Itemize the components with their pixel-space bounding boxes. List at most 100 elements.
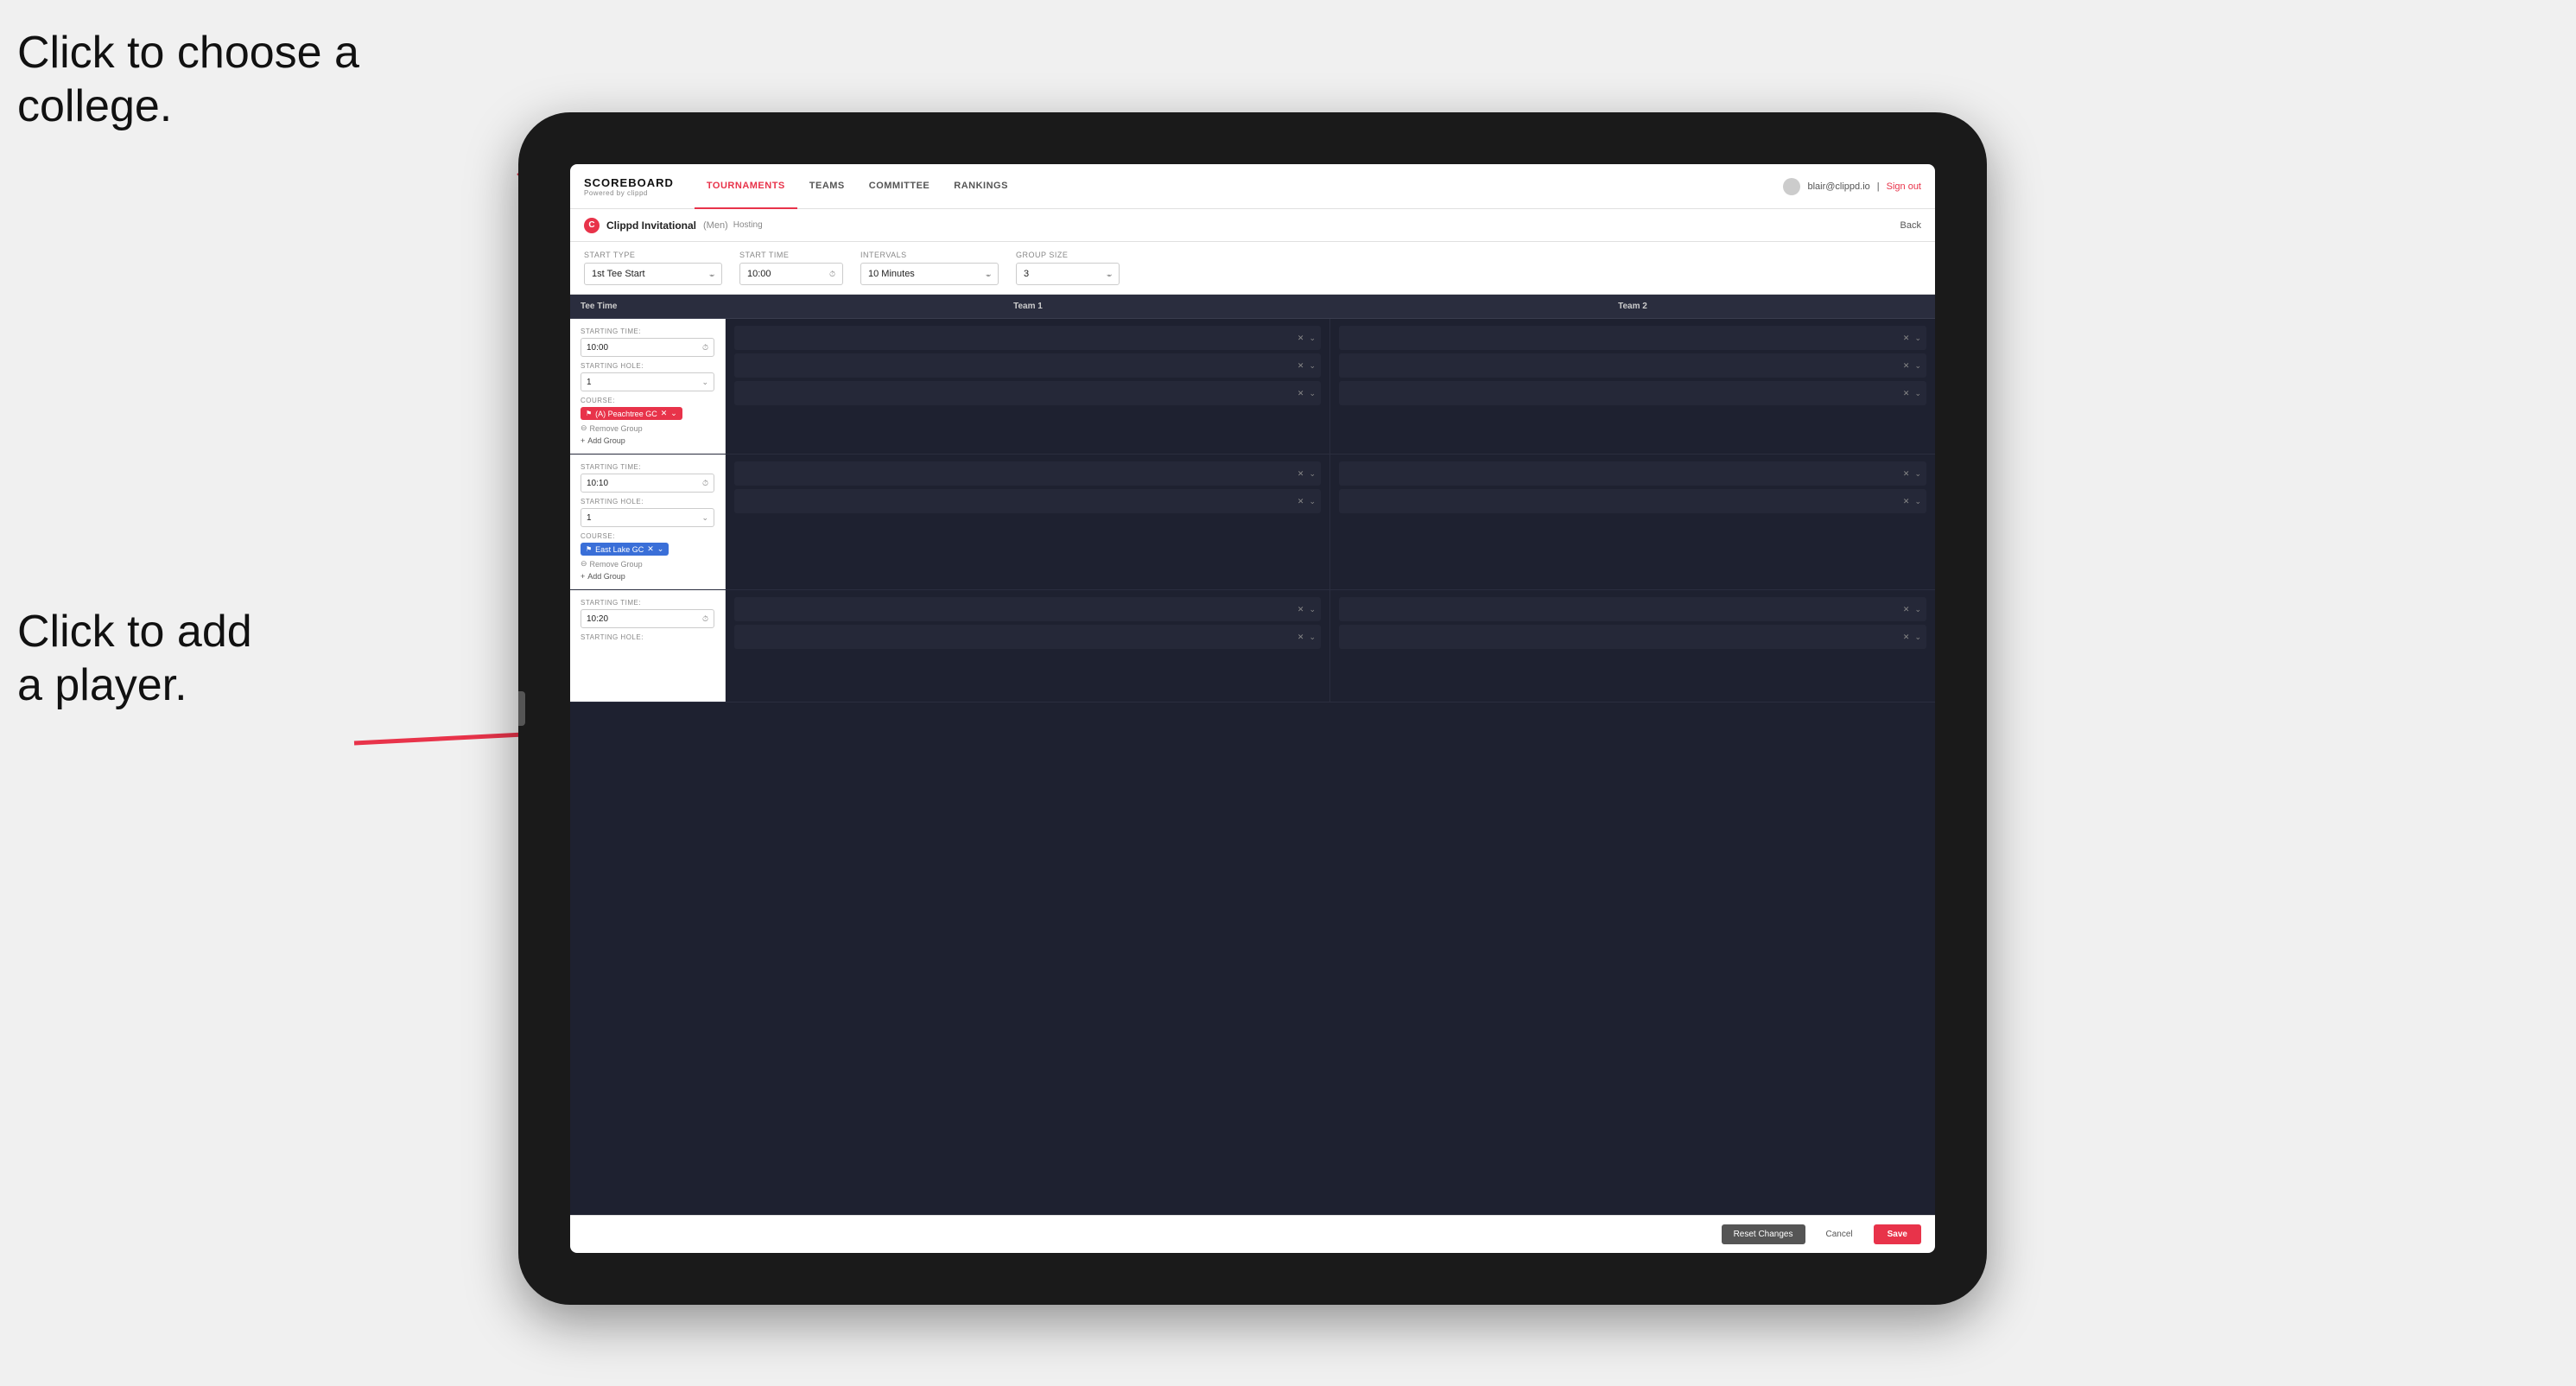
table-header: Tee Time Team 1 Team 2 (570, 295, 1935, 319)
player-slot[interactable]: ✕ ⌄ (1339, 625, 1926, 649)
slot-expand-btn[interactable]: ⌄ (1309, 633, 1316, 642)
slot-x-btn[interactable]: ✕ (1903, 389, 1910, 398)
course-badge-2[interactable]: ⚑ East Lake GC ✕ ⌄ (581, 543, 669, 556)
course-row-1: ⚑ (A) Peachtree GC ✕ ⌄ (581, 407, 714, 420)
player-slot[interactable]: ✕ ⌄ (1339, 461, 1926, 486)
player-slot[interactable]: ✕ ⌄ (734, 381, 1321, 405)
group-size-label: Group Size (1016, 251, 1120, 259)
slot-expand-btn[interactable]: ⌄ (1309, 605, 1316, 614)
slot-x-btn[interactable]: ✕ (1298, 389, 1304, 398)
slot-x-btn[interactable]: ✕ (1298, 633, 1304, 642)
course-badge-1[interactable]: ⚑ (A) Peachtree GC ✕ ⌄ (581, 407, 682, 420)
team1-cell-2: ✕ ⌄ ✕ ⌄ (726, 455, 1330, 589)
starting-time-input-2[interactable]: 10:10 ⏱ (581, 474, 714, 493)
slot-expand-btn[interactable]: ⌄ (1309, 361, 1316, 371)
player-slot[interactable]: ✕ ⌄ (734, 461, 1321, 486)
separator: | (1877, 181, 1880, 192)
slot-expand-btn[interactable]: ⌄ (1309, 389, 1316, 398)
player-slot[interactable]: ✕ ⌄ (734, 489, 1321, 513)
remove-group-2[interactable]: ⊖Remove Group (581, 559, 714, 569)
tournament-gender: (Men) (703, 220, 728, 231)
footer: Reset Changes Cancel Save (570, 1215, 1935, 1253)
add-group-1[interactable]: +Add Group (581, 436, 714, 445)
nav-committee[interactable]: COMMITTEE (857, 164, 942, 209)
nav-right: blair@clippd.io | Sign out (1783, 178, 1921, 195)
course-label-1: COURSE: (581, 397, 714, 404)
slot-expand-btn[interactable]: ⌄ (1914, 497, 1921, 506)
player-slot[interactable]: ✕ ⌄ (1339, 597, 1926, 621)
slot-x-btn[interactable]: ✕ (1903, 633, 1910, 642)
intervals-group: Intervals 10 Minutes ⌄ (860, 251, 999, 285)
start-type-select[interactable]: 1st Tee Start ⌄ (584, 263, 722, 285)
back-button[interactable]: Back (1900, 220, 1921, 231)
player-slot[interactable]: ✕ ⌄ (1339, 353, 1926, 378)
slot-expand-btn[interactable]: ⌄ (1914, 389, 1921, 398)
slot-expand-btn[interactable]: ⌄ (1914, 633, 1921, 642)
starting-hole-label-1: STARTING HOLE: (581, 362, 714, 370)
nav-items: TOURNAMENTS TEAMS COMMITTEE RANKINGS (695, 164, 1784, 209)
slot-x-btn[interactable]: ✕ (1903, 497, 1910, 506)
annotation-choose-college: Click to choose a college. (17, 26, 359, 134)
clippd-logo: C (584, 218, 600, 233)
cancel-button[interactable]: Cancel (1814, 1224, 1865, 1244)
slot-x-btn[interactable]: ✕ (1298, 497, 1304, 506)
team2-cell-2: ✕ ⌄ ✕ ⌄ (1330, 455, 1935, 589)
starting-hole-input-1[interactable]: 1 ⌄ (581, 372, 714, 391)
slot-x-btn[interactable]: ✕ (1903, 605, 1910, 614)
tablet-side-button (518, 691, 525, 726)
player-slot[interactable]: ✕ ⌄ (734, 597, 1321, 621)
start-type-label: Start Type (584, 251, 722, 259)
slot-expand-btn[interactable]: ⌄ (1309, 469, 1316, 479)
player-slot[interactable]: ✕ ⌄ (1339, 326, 1926, 350)
player-slot[interactable]: ✕ ⌄ (734, 353, 1321, 378)
slot-expand-btn[interactable]: ⌄ (1914, 469, 1921, 479)
add-group-2[interactable]: +Add Group (581, 572, 714, 581)
brand-sub: Powered by clippd (584, 189, 674, 197)
nav-tournaments[interactable]: TOURNAMENTS (695, 164, 797, 209)
player-slot[interactable]: ✕ ⌄ (1339, 381, 1926, 405)
remove-group-1[interactable]: ⊖Remove Group (581, 423, 714, 433)
slot-x-btn[interactable]: ✕ (1298, 361, 1304, 371)
starting-time-input-3[interactable]: 10:20 ⏱ (581, 609, 714, 628)
slot-x-btn[interactable]: ✕ (1903, 361, 1910, 371)
starting-time-label-2: STARTING TIME: (581, 463, 714, 471)
sub-header: C Clippd Invitational (Men) Hosting Back (570, 209, 1935, 242)
starting-time-label-3: STARTING TIME: (581, 599, 714, 607)
nav-teams[interactable]: TEAMS (797, 164, 857, 209)
slot-x-btn[interactable]: ✕ (1298, 469, 1304, 479)
save-button[interactable]: Save (1874, 1224, 1921, 1244)
slot-expand-btn[interactable]: ⌄ (1309, 334, 1316, 343)
reset-button[interactable]: Reset Changes (1722, 1224, 1805, 1244)
player-slot[interactable]: ✕ ⌄ (734, 326, 1321, 350)
start-time-label: Start Time (739, 251, 843, 259)
player-slot[interactable]: ✕ ⌄ (734, 625, 1321, 649)
hosting-badge: Hosting (733, 220, 763, 230)
slot-x-btn[interactable]: ✕ (1903, 334, 1910, 343)
nav-rankings[interactable]: RANKINGS (942, 164, 1020, 209)
sign-out-link[interactable]: Sign out (1887, 181, 1921, 192)
brand-title: SCOREBOARD (584, 176, 674, 189)
slot-x-btn[interactable]: ✕ (1298, 334, 1304, 343)
group-size-select[interactable]: 3 ⌄ (1016, 263, 1120, 285)
player-slot[interactable]: ✕ ⌄ (1339, 489, 1926, 513)
slot-expand-btn[interactable]: ⌄ (1914, 334, 1921, 343)
slot-expand-btn[interactable]: ⌄ (1914, 605, 1921, 614)
starting-time-label-1: STARTING TIME: (581, 327, 714, 335)
start-time-input[interactable]: 10:00 ⏱ (739, 263, 843, 285)
avatar (1783, 178, 1800, 195)
slot-expand-btn[interactable]: ⌄ (1309, 497, 1316, 506)
team2-cell-1: ✕ ⌄ ✕ ⌄ ✕ ⌄ (1330, 319, 1935, 454)
slot-expand-btn[interactable]: ⌄ (1914, 361, 1921, 371)
top-nav: SCOREBOARD Powered by clippd TOURNAMENTS… (570, 164, 1935, 209)
team2-cell-3: ✕ ⌄ ✕ ⌄ (1330, 590, 1935, 702)
slot-x-btn[interactable]: ✕ (1298, 605, 1304, 614)
slot-x-btn[interactable]: ✕ (1903, 469, 1910, 479)
table-row: STARTING TIME: 10:00 ⏱ STARTING HOLE: 1 … (570, 319, 1935, 455)
starting-time-input-1[interactable]: 10:00 ⏱ (581, 338, 714, 357)
table-row: STARTING TIME: 10:20 ⏱ STARTING HOLE: ✕ … (570, 590, 1935, 703)
intervals-select[interactable]: 10 Minutes ⌄ (860, 263, 999, 285)
brand: SCOREBOARD Powered by clippd (584, 176, 674, 197)
group-3-sidebar: STARTING TIME: 10:20 ⏱ STARTING HOLE: (570, 590, 726, 702)
starting-hole-input-2[interactable]: 1 ⌄ (581, 508, 714, 527)
col-team1: Team 1 (726, 295, 1330, 318)
